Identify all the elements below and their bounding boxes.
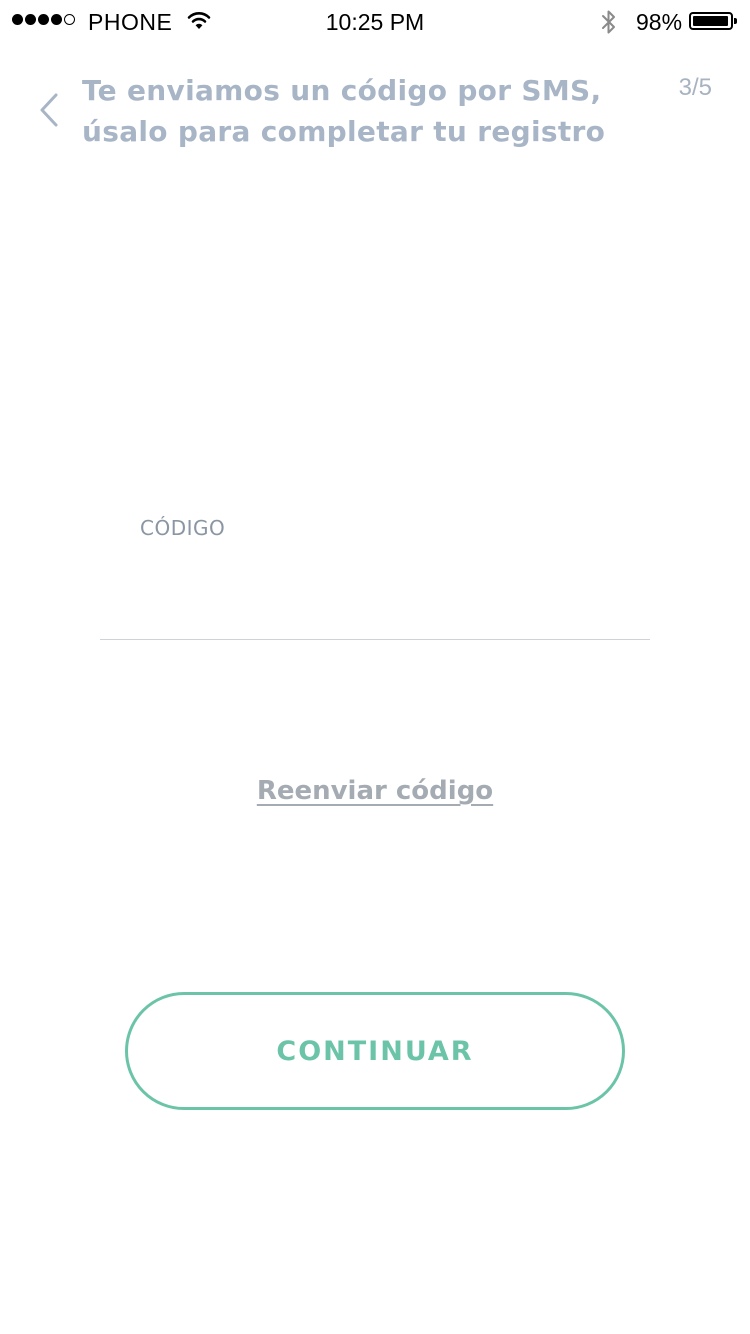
chevron-left-icon: [40, 93, 58, 127]
battery-level-fill: [693, 16, 728, 26]
battery-icon: [689, 12, 737, 30]
code-input[interactable]: [100, 570, 650, 640]
continue-button[interactable]: CONTINUAR: [125, 992, 625, 1110]
bluetooth-icon: [599, 8, 619, 42]
back-button[interactable]: [30, 88, 70, 132]
battery-percentage: 98%: [636, 9, 683, 35]
page-title: Te enviamos un código por SMS, úsalo par…: [82, 70, 642, 152]
code-field-label: CÓDIGO: [140, 516, 226, 540]
resend-code-label: Reenviar código: [256, 776, 494, 806]
resend-code-link[interactable]: Reenviar código: [0, 776, 750, 806]
page-title-line-2: úsalo para completar tu registro: [82, 115, 606, 148]
page-title-line-1: Te enviamos un código por SMS,: [82, 74, 602, 107]
status-bar: PHONE 10:25 PM 98%: [0, 0, 750, 40]
step-indicator: 3/5: [678, 74, 712, 101]
